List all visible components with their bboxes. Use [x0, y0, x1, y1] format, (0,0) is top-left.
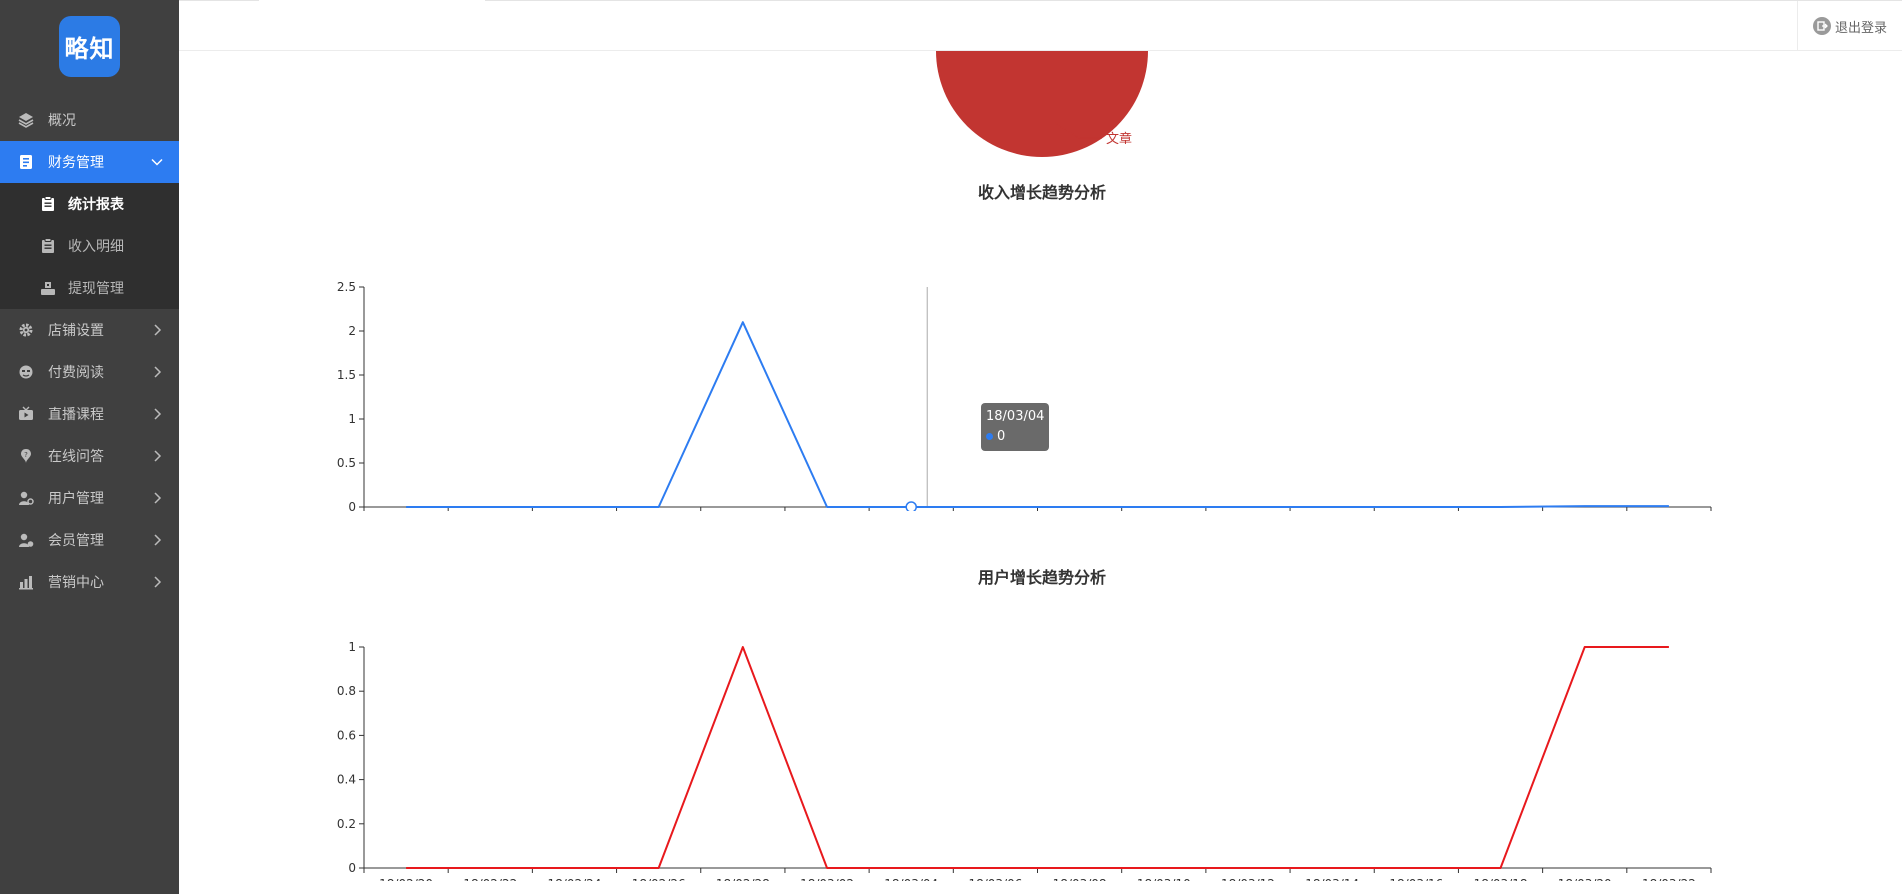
- ledger-icon: [18, 154, 34, 170]
- sidebar-item-label: 营销中心: [48, 575, 104, 591]
- top-bar: 退出登录: [179, 0, 1902, 51]
- income-chart-title: 收入增长趋势分析: [977, 183, 1106, 202]
- sidebar-item-label: 在线问答: [48, 449, 104, 465]
- sidebar-subitem-stats-report[interactable]: 统计报表: [0, 183, 179, 225]
- x-tick-label: 18/03/22: [1642, 877, 1696, 881]
- user-trend-chart: 0 0.2 0.4 0.6 0.8 1 18/02/20 18/02/22 18/02/24 18…: [337, 640, 1712, 881]
- sidebar-item-online-qa[interactable]: ? 在线问答: [0, 435, 179, 477]
- x-tick-label: 18/03/14: [1305, 877, 1359, 881]
- reader-icon: [18, 364, 34, 380]
- x-tick-label: 18/03/20: [1558, 877, 1612, 881]
- gear-icon: [18, 322, 34, 338]
- sidebar: 略知 概况 财务管理 统计报表 收入明细 提现管理 店铺设置 付费阅读 直播课程…: [0, 0, 179, 894]
- sidebar-item-label: 财务管理: [48, 155, 104, 171]
- y-tick-label: 0: [348, 500, 356, 511]
- app-logo[interactable]: 略知: [59, 16, 120, 77]
- y-tick-label: 0: [348, 861, 356, 875]
- y-tick-label: 2.5: [337, 280, 356, 294]
- y-tick-label: 0.4: [337, 773, 356, 787]
- x-tick-label: 18/03/04: [884, 877, 938, 881]
- finance-submenu: 统计报表 收入明细 提现管理: [0, 183, 179, 309]
- x-tick-label: 18/02/22: [463, 877, 517, 881]
- sidebar-item-label: 直播课程: [48, 407, 104, 423]
- y-tick-label: 0.6: [337, 728, 356, 742]
- series-line: [406, 646, 1669, 869]
- member-icon: [18, 532, 34, 548]
- x-tick-label: 18/02/24: [548, 877, 602, 881]
- svg-text:?: ?: [24, 451, 28, 459]
- x-tick-label: 18/02/26: [632, 877, 686, 881]
- main-content: 文章 收入增长趋势分析 0 0.5 1 1.5 2 2.5 18/02/20 18/02/22…: [179, 51, 1902, 894]
- withdraw-icon: [40, 280, 56, 296]
- x-tick-label: 18/03/16: [1389, 877, 1443, 881]
- sidebar-item-shop-settings[interactable]: 店铺设置: [0, 309, 179, 351]
- y-tick-label: 0.8: [337, 684, 356, 698]
- sidebar-item-label: 店铺设置: [48, 323, 104, 339]
- logout-label: 退出登录: [1834, 20, 1887, 36]
- x-tick-label: 18/03/10: [1137, 877, 1191, 881]
- chevron-right-icon: [149, 448, 165, 464]
- x-tick-label: 18/03/02: [800, 877, 854, 881]
- sidebar-menu: 概况 财务管理 统计报表 收入明细 提现管理 店铺设置 付费阅读 直播课程 ? …: [0, 99, 179, 603]
- report-icon: [40, 196, 56, 212]
- sidebar-subitem-label: 提现管理: [68, 281, 124, 297]
- tooltip-date: 18/03/04: [986, 409, 1045, 424]
- x-tick-label: 18/03/18: [1474, 877, 1528, 881]
- tab-strip: [259, 0, 485, 3]
- sidebar-item-paid-reading[interactable]: 付费阅读: [0, 351, 179, 393]
- pie-slice-label: 文章: [1106, 131, 1132, 147]
- tooltip-value: 0: [997, 429, 1006, 444]
- pie-chart: 文章: [936, 51, 1148, 157]
- bar-chart-icon: [18, 574, 34, 590]
- question-icon: ?: [18, 448, 34, 464]
- sidebar-item-overview[interactable]: 概况: [0, 99, 179, 141]
- y-tick-label: 1: [348, 640, 356, 654]
- sidebar-item-label: 概况: [48, 113, 76, 129]
- y-tick-label: 0.5: [337, 456, 356, 470]
- layers-icon: [18, 112, 34, 128]
- x-tick-label: 18/03/12: [1221, 877, 1275, 881]
- logout-icon: [1812, 17, 1831, 35]
- chevron-right-icon: [149, 322, 165, 338]
- sidebar-item-member-management[interactable]: 会员管理: [0, 519, 179, 561]
- live-tv-icon: [18, 406, 34, 422]
- chevron-right-icon: [149, 490, 165, 506]
- y-tick-label: 1.5: [337, 368, 356, 382]
- logout-button[interactable]: 退出登录: [1797, 1, 1902, 51]
- tooltip-value-row: 0: [986, 427, 1044, 447]
- y-tick-label: 1: [348, 412, 356, 426]
- sidebar-item-label: 用户管理: [48, 491, 104, 507]
- user-settings-icon: [18, 490, 34, 506]
- sidebar-item-label: 付费阅读: [48, 365, 104, 381]
- logo-text: 略知: [64, 35, 115, 63]
- x-tick-label: 18/02/28: [716, 877, 770, 881]
- chevron-right-icon: [149, 574, 165, 590]
- sidebar-subitem-label: 收入明细: [68, 239, 124, 255]
- chevron-right-icon: [149, 532, 165, 548]
- y-tick-label: 0.2: [337, 817, 356, 831]
- x-tick-label: 18/03/06: [968, 877, 1022, 881]
- sidebar-subitem-withdraw[interactable]: 提现管理: [0, 267, 179, 309]
- x-tick-label: 18/02/20: [379, 877, 433, 881]
- sidebar-item-marketing-center[interactable]: 营销中心: [0, 561, 179, 603]
- income-trend-chart: 00.511.522.518/02/2018/02/2218/02/2418/0…: [337, 280, 1712, 511]
- chart-tooltip: 18/03/04 0: [981, 403, 1050, 451]
- sidebar-item-finance[interactable]: 财务管理: [0, 141, 179, 183]
- sidebar-subitem-income-detail[interactable]: 收入明细: [0, 225, 179, 267]
- y-tick-label: 2: [348, 324, 356, 338]
- sidebar-item-user-management[interactable]: 用户管理: [0, 477, 179, 519]
- series-dot-icon: [986, 433, 993, 440]
- chevron-right-icon: [149, 364, 165, 380]
- data-point: [905, 501, 917, 511]
- chevron-down-icon: [149, 154, 165, 170]
- chevron-right-icon: [149, 406, 165, 422]
- sidebar-item-label: 会员管理: [48, 533, 104, 549]
- sidebar-item-live-course[interactable]: 直播课程: [0, 393, 179, 435]
- receipt-icon: [40, 238, 56, 254]
- x-tick-label: 18/03/08: [1053, 877, 1107, 881]
- sidebar-subitem-label: 统计报表: [68, 197, 124, 213]
